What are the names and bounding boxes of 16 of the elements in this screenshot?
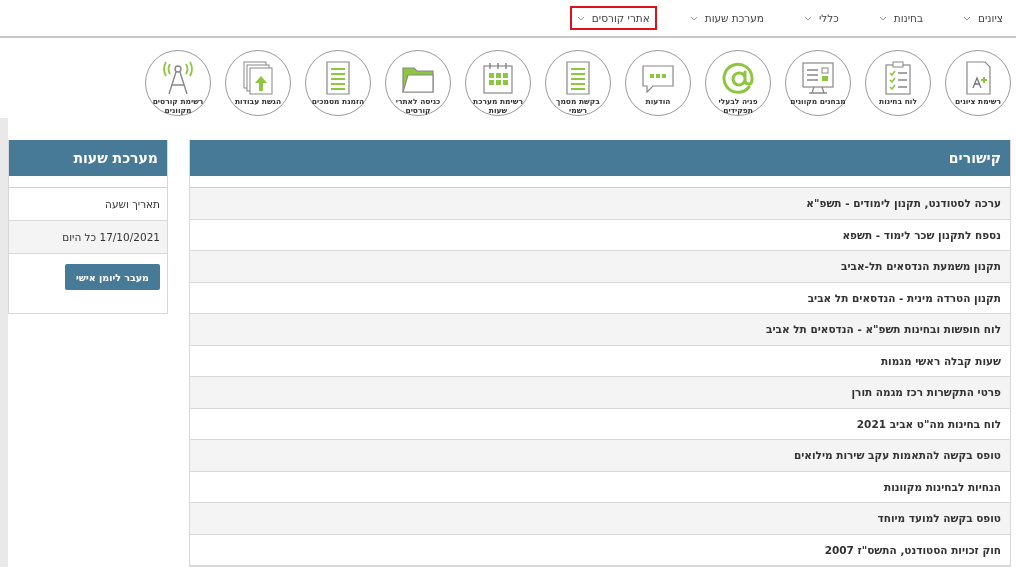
nav-menu-item[interactable]: מערכת שעות <box>682 6 771 30</box>
link-row[interactable]: תקנון משמעת הנדסאים תל-אביב <box>190 251 1010 283</box>
link-row[interactable]: לוח חופשות ובחינות תשפ"א - הנדסאים תל אביב <box>190 314 1010 346</box>
nav-menu-item[interactable]: אתרי קורסים <box>569 6 657 30</box>
link-row[interactable]: פרטי התקשרות רכז מגמה תורן <box>190 377 1010 409</box>
personal-diary-button[interactable]: מעבר ליומן אישי <box>65 264 160 290</box>
link-row[interactable]: טופס בקשה למועד מיוחד <box>190 503 1010 535</box>
panel-title: מערכת שעות <box>9 140 167 176</box>
nav-menu-item[interactable]: ציונים <box>956 6 1010 30</box>
panel-title: קישורים <box>190 140 1010 176</box>
link-row[interactable]: ערכה לסטודנט, תקנון לימודים - תשפ"א <box>190 188 1010 220</box>
link-row[interactable]: חוק זכויות הסטודנט, התשס"ז 2007 <box>190 534 1010 566</box>
link-row[interactable]: טופס בקשה להתאמות עקב שירות מילואים <box>190 440 1010 472</box>
nav-menu-item[interactable]: כללי <box>796 6 846 30</box>
nav-menu-item[interactable]: בחינות <box>871 6 931 30</box>
schedule-entry: 17/10/2021 כל היום <box>9 221 167 254</box>
